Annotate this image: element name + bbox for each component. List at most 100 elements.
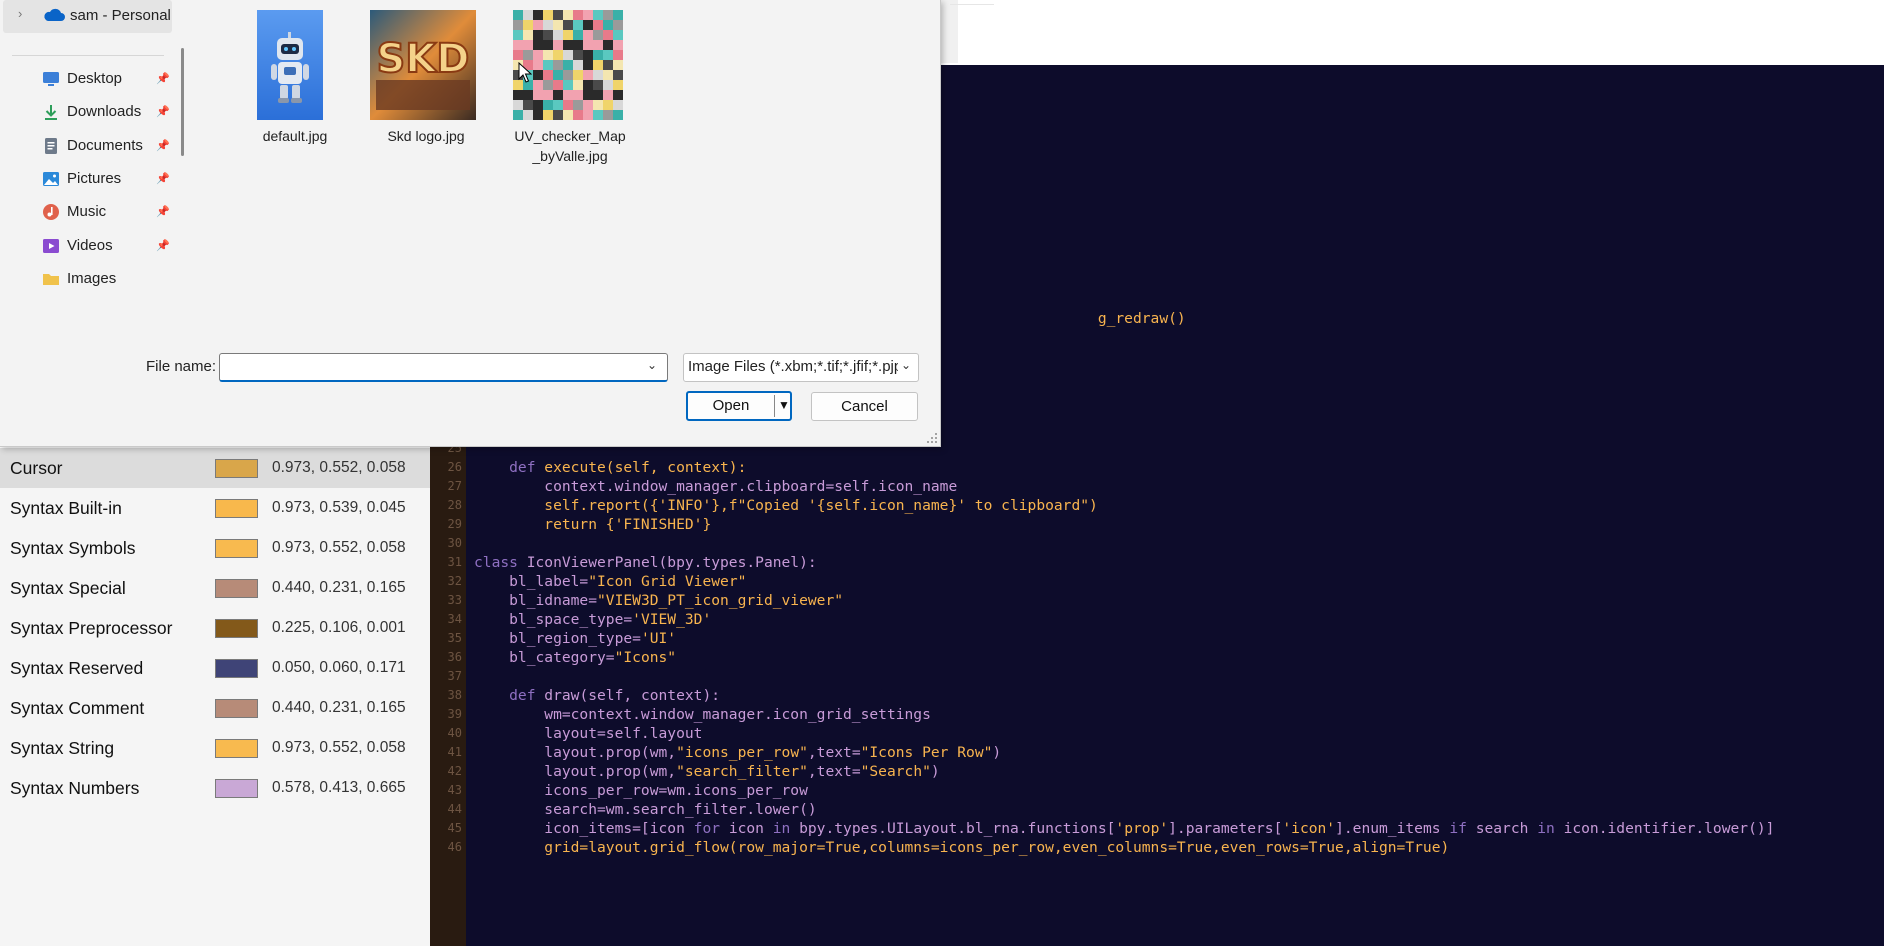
- pictures-icon: [43, 171, 59, 186]
- theme-prop-row[interactable]: Syntax String 0.973, 0.552, 0.058: [0, 728, 430, 768]
- theme-prop-row[interactable]: Syntax Special 0.440, 0.231, 0.165: [0, 568, 430, 608]
- file-name-input[interactable]: [219, 353, 668, 382]
- nav-item-label: Documents: [67, 136, 143, 154]
- code-line: 45 icon_items=[icon for icon in bpy.type…: [430, 819, 1884, 838]
- code-token: layout.prop(wm,: [474, 744, 677, 761]
- code-line: 46 grid=layout.grid_flow(row_major=True,…: [430, 838, 1884, 857]
- code-line: 41 layout.prop(wm,"icons_per_row",text="…: [430, 743, 1884, 762]
- theme-prop-row[interactable]: Syntax Numbers 0.578, 0.413, 0.665: [0, 768, 430, 808]
- code-line: 44 search=wm.search_filter.lower(): [430, 800, 1884, 819]
- code-text: icon_items=[icon for icon in bpy.types.U…: [474, 819, 1774, 838]
- nav-item-music[interactable]: Music 📌: [0, 193, 180, 231]
- nav-item-images[interactable]: Images: [0, 260, 180, 298]
- pin-icon[interactable]: 📌: [156, 172, 170, 185]
- nav-item-videos[interactable]: Videos 📌: [0, 227, 180, 265]
- code-text: class IconViewerPanel(bpy.types.Panel):: [474, 553, 817, 572]
- code-text: layout=self.layout: [474, 724, 702, 743]
- color-swatch[interactable]: [215, 499, 258, 518]
- folder-icon: [43, 273, 59, 285]
- code-text: self.report({'INFO'},f"Copied '{self.ico…: [474, 496, 1098, 515]
- theme-prop-value: 0.973, 0.539, 0.045: [272, 499, 406, 516]
- desktop-icon: [43, 72, 59, 86]
- resize-grip-icon[interactable]: [926, 432, 938, 444]
- file-type-select[interactable]: Image Files (*.xbm;*.tif;*.jfif;*.pjp ⌄: [683, 353, 919, 382]
- nav-scrollbar[interactable]: [181, 48, 184, 156]
- pin-icon[interactable]: 📌: [156, 105, 170, 118]
- color-swatch[interactable]: [215, 539, 258, 558]
- code-line: 43 icons_per_row=wm.icons_per_row: [430, 781, 1884, 800]
- theme-prop-value: 0.440, 0.231, 0.165: [272, 579, 406, 596]
- documents-icon: [45, 137, 57, 154]
- code-line: 32 bl_label="Icon Grid Viewer": [430, 572, 1884, 591]
- file-thumbnail: [257, 10, 323, 120]
- open-button[interactable]: Open ▼: [686, 391, 792, 421]
- code-token: icon: [728, 820, 773, 837]
- code-line: 34 bl_space_type='VIEW_3D': [430, 610, 1884, 629]
- line-number: 41: [447, 745, 462, 759]
- code-token: bl_space_type=: [474, 611, 633, 628]
- skd-logo-text: SKD: [376, 36, 469, 82]
- cancel-button-label: Cancel: [841, 398, 888, 415]
- line-number: 44: [447, 802, 462, 816]
- file-name: UV_checker_Map _byValle.jpg: [514, 128, 626, 164]
- line-number: 34: [447, 612, 462, 626]
- code-text: bl_space_type='VIEW_3D': [474, 610, 711, 629]
- line-number: 26: [447, 460, 462, 474]
- theme-prop-value: 0.050, 0.060, 0.171: [272, 659, 406, 676]
- color-swatch[interactable]: [215, 459, 258, 478]
- color-swatch[interactable]: [215, 699, 258, 718]
- nav-item-desktop[interactable]: Desktop 📌: [0, 60, 180, 98]
- color-swatch[interactable]: [215, 619, 258, 638]
- pin-icon[interactable]: 📌: [156, 139, 170, 152]
- theme-prop-value: 0.578, 0.413, 0.665: [272, 779, 406, 796]
- theme-prop-row[interactable]: Syntax Reserved 0.050, 0.060, 0.171: [0, 648, 430, 688]
- line-number: 38: [447, 688, 462, 702]
- theme-prop-row[interactable]: Syntax Preprocessor 0.225, 0.106, 0.001: [0, 608, 430, 648]
- color-swatch[interactable]: [215, 779, 258, 798]
- theme-prop-row[interactable]: Syntax Comment 0.440, 0.231, 0.165: [0, 688, 430, 728]
- code-text: layout.prop(wm,"search_filter",text="Sea…: [474, 762, 939, 781]
- code-token: context.window_manager.clipboard=self.ic…: [474, 478, 958, 495]
- nav-separator: [12, 55, 164, 56]
- code-text: bl_idname="VIEW3D_PT_icon_grid_viewer": [474, 591, 843, 610]
- code-token: g_redraw(): [1097, 310, 1186, 327]
- cloud-icon: [44, 8, 65, 21]
- theme-prop-row[interactable]: Cursor 0.973, 0.552, 0.058: [0, 448, 430, 488]
- cancel-button[interactable]: Cancel: [811, 392, 918, 421]
- color-swatch[interactable]: [215, 739, 258, 758]
- pin-icon[interactable]: 📌: [156, 205, 170, 218]
- color-swatch[interactable]: [215, 579, 258, 598]
- open-button-label: Open: [712, 397, 750, 414]
- code-token: in: [1537, 820, 1564, 837]
- chevron-down-icon[interactable]: ⌄: [647, 358, 657, 372]
- caret-down-icon[interactable]: ▼: [778, 398, 790, 412]
- code-token: return {'FINISHED'}: [474, 516, 712, 533]
- nav-item-pictures[interactable]: Pictures 📌: [0, 160, 180, 198]
- file-type-value: Image Files (*.xbm;*.tif;*.jfif;*.pjp: [688, 358, 898, 375]
- theme-prop-row[interactable]: Syntax Built-in 0.973, 0.539, 0.045: [0, 488, 430, 528]
- pin-icon[interactable]: 📌: [156, 239, 170, 252]
- code-line: 26 def execute(self, context):: [430, 458, 1884, 477]
- theme-prop-row[interactable]: Syntax Symbols 0.973, 0.552, 0.058: [0, 528, 430, 568]
- theme-prop-label: Cursor: [10, 458, 63, 478]
- nav-item-documents[interactable]: Documents 📌: [0, 127, 180, 165]
- color-swatch[interactable]: [215, 659, 258, 678]
- file-name: default.jpg: [262, 128, 328, 144]
- line-number: 27: [447, 479, 462, 493]
- theme-prop-label: Syntax Reserved: [10, 658, 144, 678]
- line-number: 35: [447, 631, 462, 645]
- nav-onedrive-item[interactable]: › sam - Personal: [3, 0, 172, 33]
- nav-item-label: Pictures: [67, 169, 122, 187]
- code-token: search: [1475, 820, 1538, 837]
- code-line: 29 return {'FINISHED'}: [430, 515, 1884, 534]
- code-token: bpy.types.UILayout.bl_rna.functions[: [799, 820, 1116, 837]
- line-number: 28: [447, 498, 462, 512]
- code-line: 36 bl_category="Icons": [430, 648, 1884, 667]
- code-line: 28 self.report({'INFO'},f"Copied '{self.…: [430, 496, 1884, 515]
- code-line: 33 bl_idname="VIEW3D_PT_icon_grid_viewer…: [430, 591, 1884, 610]
- code-token: grid=layout.grid_flow(row_major=True,col…: [474, 839, 1450, 856]
- pin-icon[interactable]: 📌: [156, 72, 170, 85]
- robot-image: [257, 10, 323, 120]
- chevron-right-icon[interactable]: ›: [18, 6, 22, 21]
- nav-item-downloads[interactable]: Downloads 📌: [0, 93, 180, 131]
